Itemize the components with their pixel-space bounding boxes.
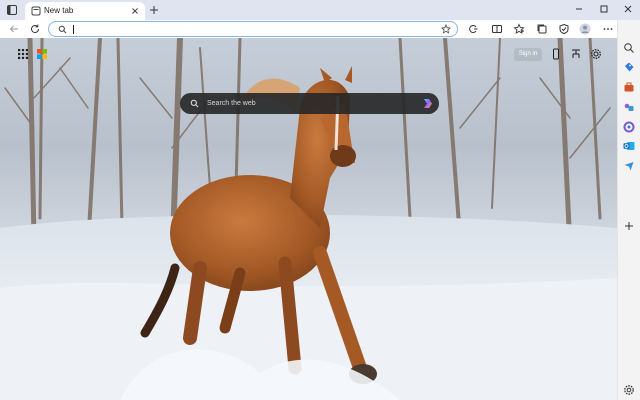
copilot-icon[interactable] (421, 97, 434, 110)
shopping-icon[interactable] (623, 61, 635, 73)
microsoft-logo (37, 49, 47, 59)
new-tab-button[interactable] (148, 4, 160, 16)
minimize-icon[interactable] (573, 3, 585, 15)
address-input[interactable] (73, 24, 433, 35)
browser-toolbar (0, 20, 640, 38)
edge-sidebar (617, 20, 640, 400)
tools-icon[interactable] (623, 81, 635, 93)
extensions-icon[interactable] (467, 23, 479, 35)
more-icon[interactable] (602, 23, 614, 35)
add-icon[interactable] (623, 220, 635, 232)
sign-in-button[interactable]: Sign in (514, 48, 542, 61)
search-placeholder: Search the web (207, 100, 256, 107)
settings-icon[interactable] (623, 384, 635, 396)
drop-icon[interactable] (623, 160, 635, 172)
tab-title: New tab (44, 6, 74, 15)
refresh-icon[interactable] (29, 23, 41, 35)
close-tab-icon[interactable] (130, 6, 140, 16)
outlook-icon[interactable] (623, 140, 635, 152)
app-launcher-icon[interactable] (17, 48, 29, 60)
microsoft-365-icon[interactable] (623, 121, 635, 133)
new-tab-page-icon (31, 6, 41, 16)
back-icon[interactable] (8, 23, 20, 35)
profile-avatar[interactable] (579, 23, 591, 35)
web-search-box[interactable]: Search the web (180, 93, 439, 114)
split-screen-icon[interactable] (491, 23, 503, 35)
address-bar[interactable] (48, 21, 458, 37)
text-caret (73, 25, 74, 34)
page-settings-icon[interactable] (590, 48, 602, 60)
games-icon[interactable] (623, 101, 635, 113)
tab-actions-menu-icon[interactable] (5, 3, 19, 17)
collections-icon[interactable] (536, 23, 548, 35)
new-tab-page: Sign in Search the web (0, 38, 617, 400)
browser-essentials-icon[interactable] (558, 23, 570, 35)
maximize-icon[interactable] (598, 3, 610, 15)
favorite-star-icon[interactable] (441, 24, 451, 34)
close-window-icon[interactable] (622, 3, 634, 15)
customize-layout-icon[interactable] (570, 48, 582, 60)
search-icon[interactable] (623, 42, 635, 54)
favorites-icon[interactable] (513, 23, 525, 35)
tab-strip: New tab (0, 0, 640, 20)
search-icon (190, 99, 199, 108)
tab-new-tab[interactable]: New tab (25, 2, 145, 20)
mobile-device-icon[interactable] (550, 48, 562, 60)
search-icon (58, 25, 67, 34)
